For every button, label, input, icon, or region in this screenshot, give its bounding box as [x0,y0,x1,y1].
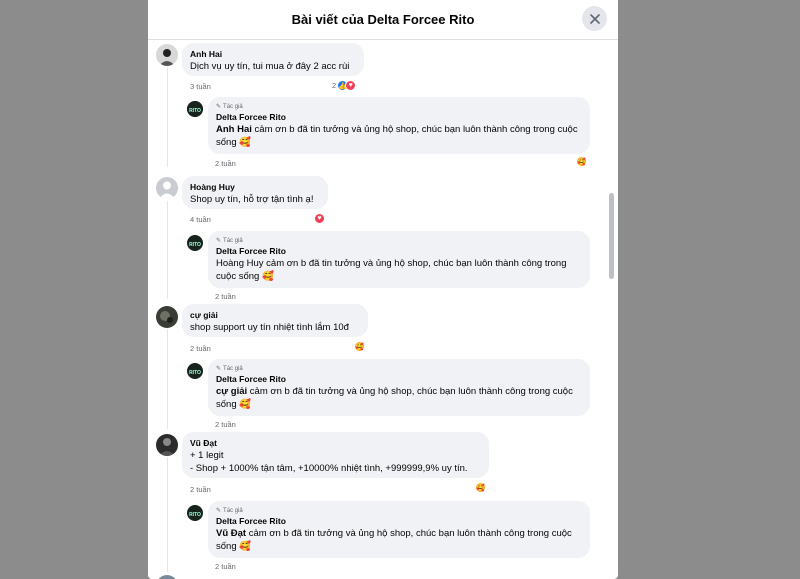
pencil-icon: ✎ [216,508,222,514]
mention[interactable]: cự giải [216,386,247,397]
comment-bubble: Anh Hai Dịch vụ uy tín, tui mua ở đây 2 … [182,43,364,76]
comment-time[interactable]: 2 tuần [215,292,236,301]
comment-time[interactable]: 3 tuần [190,82,211,91]
comment-text: Dịch vụ uy tín, tui mua ở đây 2 acc rùi [190,61,350,72]
love-icon: ♥ [314,213,325,224]
reply-text: cảm ơn b đã tin tưởng và ủng hộ shop, ch… [216,124,578,148]
reactions[interactable]: 🥰 [576,156,587,167]
avatar[interactable] [156,575,178,579]
care-icon: 🥰 [576,156,587,167]
reply-bubble: ✎ Tác giả Delta Forcee Rito cự giải cảm ơ… [208,359,590,416]
reactions[interactable]: 2 👍 ♥ [332,80,357,91]
comment-text: shop support uy tín nhiệt tình lắm 10đ [190,322,349,333]
author-badge-label: Tác giả [223,104,243,110]
page-avatar[interactable]: RITO [187,101,203,117]
modal-title: Bài viết của Delta Forcee Rito [291,12,475,27]
author-badge: ✎ Tác giả [216,237,582,246]
comment-bubble: Hoàng Huy Shop uy tín, hỗ trợ tận tình ạ… [182,176,328,209]
avatar[interactable] [156,306,178,328]
comment-text: Vũ Đạt cảm ơn b đã tin tưởng và ủng hộ s… [216,527,582,553]
comment-line: + 1 legit [190,450,224,461]
close-button[interactable] [582,6,607,31]
author-badge: ✎ Tác giả [216,507,582,516]
comment-time[interactable]: 2 tuần [190,485,211,494]
author-badge: ✎ Tác giả [216,103,582,112]
comment-time[interactable]: 2 tuần [215,159,236,168]
comment-text: Shop uy tín, hỗ trợ tận tình ạ! [190,194,314,205]
reactions[interactable]: 🥰 [475,482,486,493]
commenter-name[interactable]: Delta Forcee Rito [216,112,582,123]
thread-line [167,457,168,572]
avatar[interactable] [156,434,178,456]
reply-text: cảm ơn b đã tin tưởng và ủng hộ shop, ch… [216,528,572,552]
thread-line [167,67,168,167]
commenter-name[interactable]: Vũ Đạt [190,438,481,449]
comment-time[interactable]: 2 tuần [215,420,236,429]
page-avatar[interactable]: RITO [187,505,203,521]
reply-bubble: ✎ Tác giả Delta Forcee Rito Hoàng Huy cảm… [208,231,590,288]
comment-line: - Shop + 1000% tận tâm, +10000% nhiệt tì… [190,463,468,474]
commenter-name[interactable]: Hoàng Huy [190,182,320,193]
comment-bubble: Vũ Đạt + 1 legit - Shop + 1000% tận tâm,… [182,432,489,478]
author-badge-label: Tác giả [223,238,243,244]
comment-text: Anh Hai cảm ơn b đã tin tưởng và ủng hộ … [216,123,582,149]
care-icon: 🥰 [475,482,486,493]
pencil-icon: ✎ [216,366,222,372]
reply-text: cảm ơn b đã tin tưởng và ủng hộ shop, ch… [216,386,573,410]
comment-time[interactable]: 4 tuần [190,215,211,224]
close-icon [589,13,600,24]
reactions[interactable]: ♥ [314,213,325,224]
reactions[interactable]: 🥰 [354,341,365,352]
mention[interactable]: Anh Hai [216,124,252,135]
page-avatar[interactable]: RITO [187,235,203,251]
modal-header: Bài viết của Delta Forcee Rito [148,0,618,40]
commenter-name[interactable]: Delta Forcee Rito [216,246,582,257]
comment-time[interactable]: 2 tuần [190,344,211,353]
comment-time[interactable]: 2 tuần [215,562,236,571]
comments-list[interactable]: Anh Hai Dịch vụ uy tín, tui mua ở đây 2 … [148,41,618,579]
thread-line [167,329,168,429]
avatar[interactable] [156,44,178,66]
post-modal: Bài viết của Delta Forcee Rito Anh Hai D… [148,0,618,579]
reaction-count: 2 [332,81,337,90]
commenter-name[interactable]: Delta Forcee Rito [216,516,582,527]
commenter-name[interactable]: cự giải [190,310,360,321]
pencil-icon: ✎ [216,104,222,110]
reply-bubble: ✎ Tác giả Delta Forcee Rito Vũ Đạt cảm ơn… [208,501,590,558]
thread-line [167,201,168,299]
author-badge-label: Tác giả [223,508,243,514]
scrollbar[interactable] [609,193,614,279]
svg-text:RITO: RITO [189,242,201,248]
comment-bubble: cự giải shop support uy tín nhiệt tình l… [182,304,368,337]
pencil-icon: ✎ [216,238,222,244]
author-badge: ✎ Tác giả [216,365,582,374]
commenter-name[interactable]: Anh Hai [190,49,356,60]
page-avatar[interactable]: RITO [187,363,203,379]
svg-text:RITO: RITO [189,108,201,114]
author-badge-label: Tác giả [223,366,243,372]
commenter-name[interactable]: Delta Forcee Rito [216,374,582,385]
svg-text:RITO: RITO [189,512,201,518]
love-icon: ♥ [345,80,357,91]
comment-text: cự giải cảm ơn b đã tin tưởng và ủng hộ … [216,385,582,411]
avatar[interactable] [156,177,178,199]
reply-bubble: ✎ Tác giả Delta Forcee Rito Anh Hai cảm ơ… [208,97,590,154]
care-icon: 🥰 [354,341,365,352]
svg-text:RITO: RITO [189,370,201,376]
comment-text: Hoàng Huy cảm ơn b đã tin tưởng và ủng h… [216,258,567,282]
mention[interactable]: Vũ Đạt [216,528,246,539]
